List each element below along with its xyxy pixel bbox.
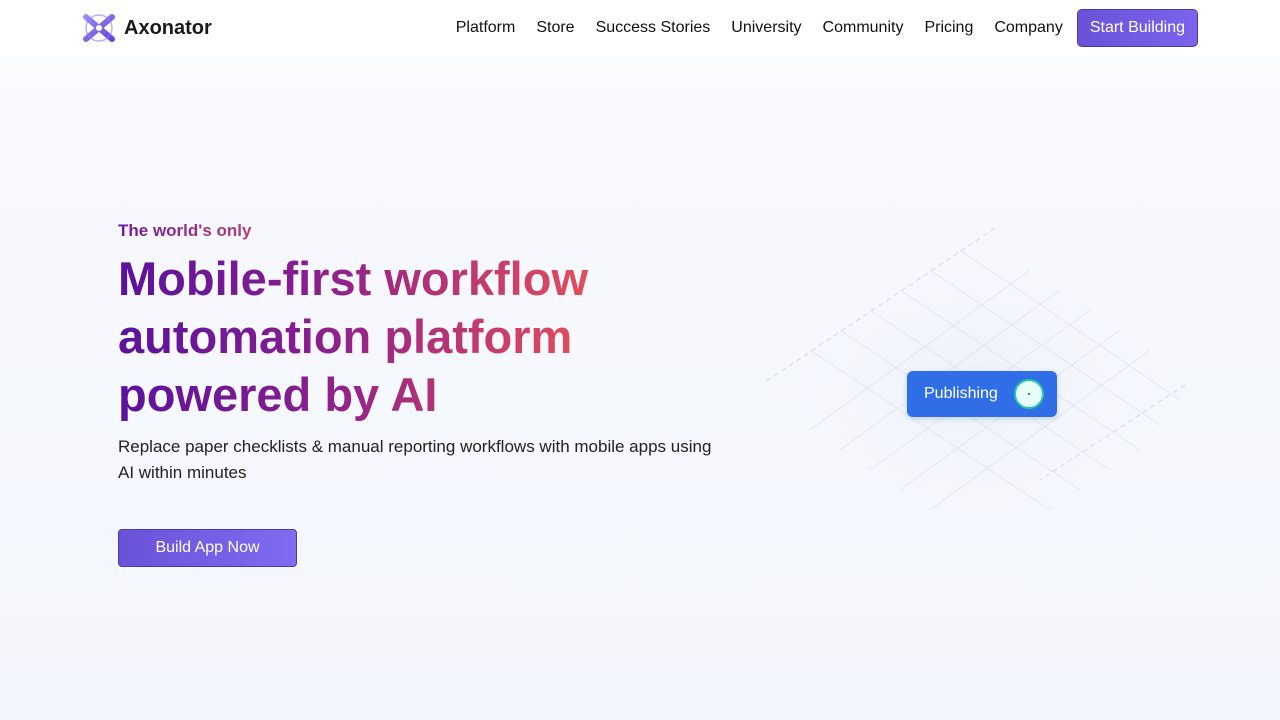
publishing-status-card: Publishing xyxy=(907,371,1057,417)
main-nav: Platform Store Success Stories Universit… xyxy=(456,9,1198,47)
nav-link-success-stories[interactable]: Success Stories xyxy=(596,19,711,37)
axonator-x-logo-icon xyxy=(83,14,115,42)
hero-headline: Mobile-first workflow automation platfor… xyxy=(118,250,678,424)
hero-eyebrow: The world's only xyxy=(118,220,738,242)
publishing-label: Publishing xyxy=(924,385,998,402)
hero-section: The world's only Mobile-first workflow a… xyxy=(118,220,738,486)
top-navbar: Axonator Platform Store Success Stories … xyxy=(0,0,1280,56)
start-building-button[interactable]: Start Building xyxy=(1076,9,1198,47)
spinner-dot xyxy=(1028,393,1030,395)
hero-subhead: Replace paper checklists & manual report… xyxy=(118,437,712,482)
nav-link-platform[interactable]: Platform xyxy=(456,19,516,37)
nav-link-company[interactable]: Company xyxy=(994,19,1062,37)
nav-link-pricing[interactable]: Pricing xyxy=(924,19,973,37)
loading-spinner-icon xyxy=(1014,379,1044,409)
brand-name: Axonator xyxy=(124,16,212,39)
nav-link-community[interactable]: Community xyxy=(823,19,904,37)
brand-logo[interactable]: Axonator xyxy=(82,12,212,44)
build-app-now-button[interactable]: Build App Now xyxy=(118,529,297,567)
nav-link-university[interactable]: University xyxy=(731,19,801,37)
nav-link-store[interactable]: Store xyxy=(536,19,574,37)
